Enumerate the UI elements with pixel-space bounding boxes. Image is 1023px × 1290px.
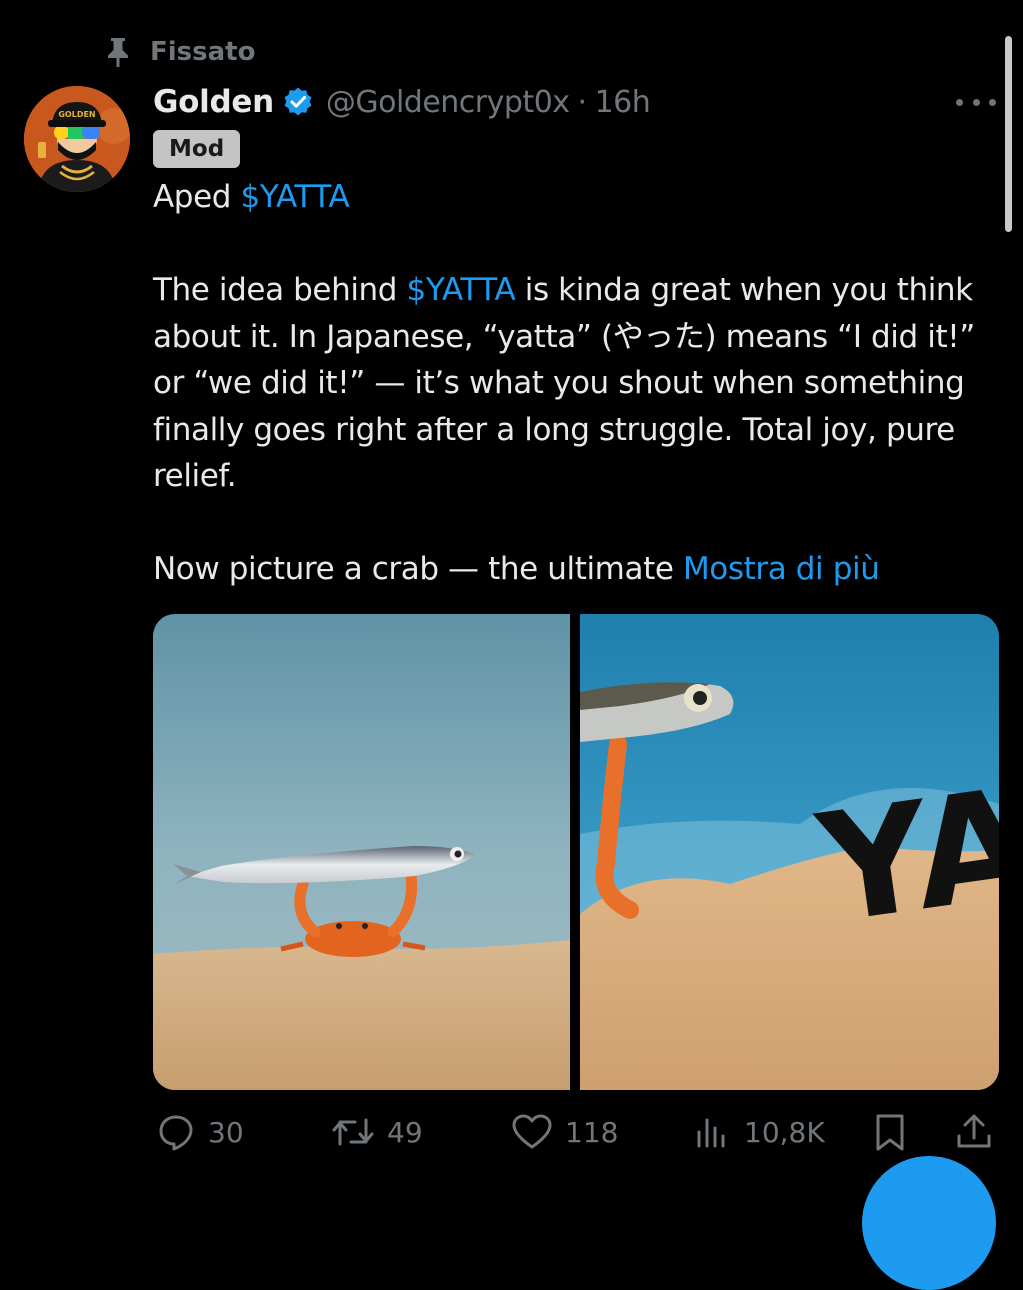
verified-badge-icon[interactable]	[282, 86, 314, 118]
tweet-header: Golden @Goldencrypt0x · 16h	[153, 80, 651, 124]
avatar[interactable]: GOLDEN	[24, 86, 130, 192]
tweet-actions: 30 49 118 10,8K	[156, 1110, 996, 1154]
tweet-text: Aped $YATTA The idea behind $YATTA is ki…	[153, 174, 1003, 593]
tweet-paragraph-1-prefix: The idea behind	[153, 272, 407, 308]
repost-icon	[331, 1112, 375, 1152]
compose-fab[interactable]	[862, 1156, 996, 1290]
tweet-paragraph-2-text: Now picture a crab — the ultimate	[153, 551, 683, 587]
tweet-line-1-text: Aped	[153, 179, 241, 215]
author-handle[interactable]: @Goldencrypt0x	[326, 85, 570, 120]
cashtag-link[interactable]: $YATTA	[407, 272, 516, 308]
repost-button[interactable]: 49	[331, 1110, 423, 1154]
bookmark-icon	[872, 1112, 908, 1152]
media-image-right[interactable]: YA	[580, 614, 999, 1090]
like-count: 118	[565, 1115, 619, 1149]
like-button[interactable]: 118	[511, 1110, 618, 1154]
bookmark-button[interactable]	[872, 1110, 908, 1154]
heart-icon	[511, 1112, 553, 1152]
views-count: 10,8K	[744, 1115, 825, 1149]
tweet-timestamp[interactable]: 16h	[595, 85, 651, 120]
tweet-paragraph-1: The idea behind $YATTA is kinda great wh…	[153, 267, 1003, 500]
share-icon	[954, 1112, 994, 1152]
tweet-media[interactable]: YA	[153, 614, 999, 1090]
author-display-name[interactable]: Golden	[153, 84, 274, 120]
cashtag-link[interactable]: $YATTA	[241, 179, 350, 215]
pinned-indicator: Fissato	[104, 34, 255, 70]
scrollbar[interactable]	[1005, 36, 1012, 232]
media-image-left[interactable]	[153, 614, 570, 1090]
avatar-cap-text: GOLDEN	[58, 110, 95, 119]
mod-badge: Mod	[153, 130, 241, 168]
header-separator: ·	[577, 84, 588, 120]
media-overlay-text: YA	[808, 756, 999, 958]
repost-count: 49	[387, 1115, 423, 1149]
share-button[interactable]	[954, 1110, 994, 1154]
views-icon	[692, 1112, 732, 1152]
tweet-line-1: Aped $YATTA	[153, 174, 1003, 221]
show-more-link[interactable]: Mostra di più	[683, 551, 880, 587]
views-button[interactable]: 10,8K	[692, 1110, 825, 1154]
reply-icon	[156, 1112, 196, 1152]
reply-button[interactable]: 30	[156, 1110, 244, 1154]
pinned-label: Fissato	[150, 37, 256, 67]
reply-count: 30	[208, 1115, 244, 1149]
tweet-paragraph-2: Now picture a crab — the ultimate Mostra…	[153, 546, 1003, 593]
pin-icon	[104, 36, 132, 68]
more-icon[interactable]	[956, 92, 996, 112]
